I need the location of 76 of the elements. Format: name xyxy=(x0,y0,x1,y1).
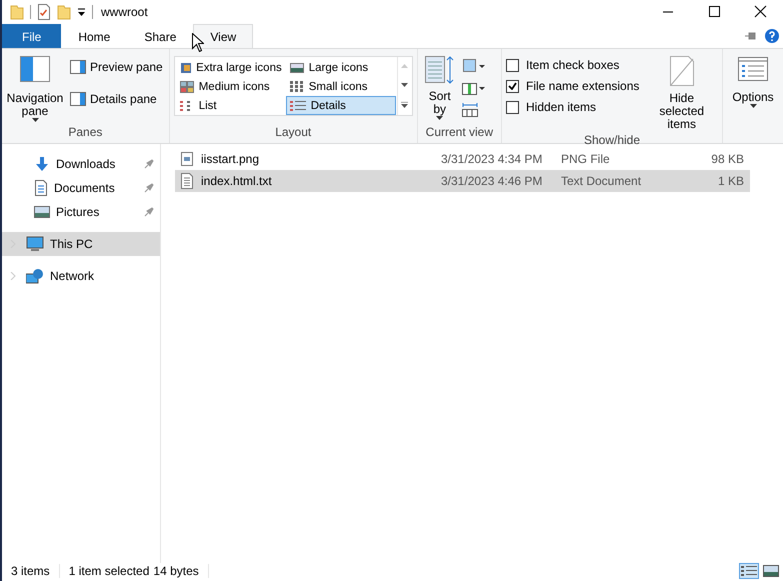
checkmark-icon xyxy=(508,82,517,90)
layout-option[interactable]: Extra large icons xyxy=(176,58,286,77)
selection-count: 1 item selected xyxy=(68,564,150,578)
checkbox[interactable]: Hidden items xyxy=(506,98,640,116)
grid-icon xyxy=(290,80,304,92)
file-row[interactable]: iisstart.png 3/31/2023 4:34 PM PNG File 98 KB xyxy=(175,148,750,170)
dropdown-icon[interactable] xyxy=(77,8,86,16)
details-icon xyxy=(741,565,757,577)
grid-icon xyxy=(180,80,194,92)
selection-size: 14 bytes xyxy=(153,564,209,578)
hide-selected-items-button[interactable]: Hide selected items xyxy=(645,54,718,133)
network-icon xyxy=(26,268,44,284)
sort-icon xyxy=(424,56,455,86)
item-count: 3 items xyxy=(2,564,60,578)
navigation-item[interactable]: Documents xyxy=(2,176,160,200)
pane-icon xyxy=(70,92,86,106)
file-type: PNG File xyxy=(561,152,611,166)
layout-option[interactable]: Medium icons xyxy=(176,77,286,96)
file-size: 1 KB xyxy=(716,174,744,188)
pane-icon xyxy=(70,60,86,74)
layout-option[interactable]: Details xyxy=(286,96,396,115)
window-title: wwwroot xyxy=(101,5,148,19)
ribbon-tab[interactable]: Share xyxy=(127,24,194,48)
navigation-item[interactable]: This PC xyxy=(2,232,160,256)
preview-pane-button[interactable]: Preview pane xyxy=(68,58,165,76)
pin-icon[interactable] xyxy=(745,32,757,40)
view-button[interactable] xyxy=(761,563,781,579)
navigation-pane-button[interactable]: Navigation pane xyxy=(6,54,64,124)
caret-icon xyxy=(436,116,444,120)
checkbox[interactable]: Item check boxes xyxy=(506,56,640,74)
file-name: index.html.txt xyxy=(201,174,272,188)
ribbon-tab[interactable]: File xyxy=(2,24,62,48)
expand-icon[interactable] xyxy=(401,102,408,108)
navigation-item[interactable]: Network xyxy=(2,264,160,288)
group-label: Current view xyxy=(424,125,494,141)
ribbon-tab[interactable]: Home xyxy=(61,24,128,48)
image-file-icon xyxy=(181,152,193,166)
layout-option[interactable]: Small icons xyxy=(286,77,396,96)
thumbnail-icon xyxy=(763,565,779,577)
scroll-down-icon[interactable] xyxy=(401,82,408,87)
help-icon[interactable] xyxy=(765,29,779,43)
details-pane-button[interactable]: Details pane xyxy=(68,90,165,108)
page-icon xyxy=(670,56,694,86)
pane-icon xyxy=(20,56,50,82)
properties-icon[interactable] xyxy=(37,4,51,20)
options-icon xyxy=(738,57,768,81)
caret-icon xyxy=(750,104,756,108)
file-type: Text Document xyxy=(561,174,642,188)
sort-by-button[interactable]: Sort by xyxy=(422,54,458,122)
landscape-icon xyxy=(290,62,304,74)
text-file-icon xyxy=(181,173,193,189)
group-label: Layout xyxy=(274,125,312,141)
download-icon xyxy=(34,156,50,172)
view-button[interactable] xyxy=(739,563,759,579)
caret-icon xyxy=(32,118,38,122)
add-columns-icon[interactable] xyxy=(462,80,486,96)
size-columns-icon[interactable] xyxy=(462,102,478,118)
computer-icon xyxy=(26,236,44,252)
options-button[interactable]: Options xyxy=(727,55,779,110)
date-modified: 3/31/2023 4:46 PM xyxy=(441,174,544,188)
picture-icon xyxy=(34,205,50,219)
navigation-item[interactable]: Downloads xyxy=(2,152,160,176)
layout-option[interactable]: List xyxy=(176,96,286,115)
group-label: Show/hide xyxy=(582,133,642,147)
document-icon xyxy=(34,180,48,196)
file-name: iisstart.png xyxy=(201,152,260,166)
group-by-icon[interactable] xyxy=(462,58,486,74)
file-row[interactable]: index.html.txt 3/31/2023 4:46 PM Text Document 1 KB xyxy=(175,170,750,192)
file-size: 98 KB xyxy=(710,152,744,166)
date-modified: 3/31/2023 4:34 PM xyxy=(441,152,544,166)
layout-option[interactable]: Large icons xyxy=(286,58,396,77)
checkbox[interactable]: File name extensions xyxy=(506,77,640,95)
group-label: Panes xyxy=(67,125,104,141)
details-icon xyxy=(290,100,306,112)
navigation-item[interactable]: Pictures xyxy=(2,200,160,224)
image-icon xyxy=(180,62,192,74)
